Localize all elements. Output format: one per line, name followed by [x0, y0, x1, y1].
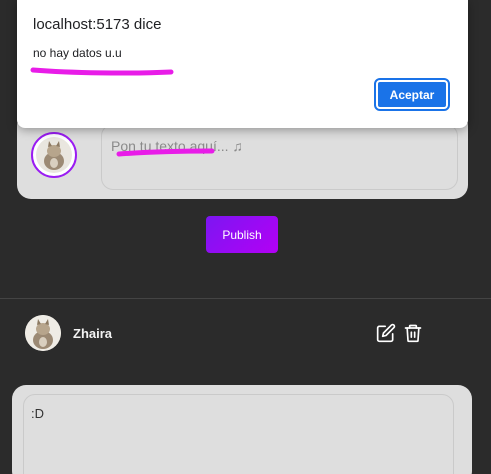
- accept-button[interactable]: Aceptar: [374, 78, 450, 111]
- page: Pon tu texto aquí... ♫ Publish Zhaira :D: [0, 0, 491, 474]
- publish-button[interactable]: Publish: [206, 216, 278, 253]
- cat-avatar-image: [25, 315, 61, 351]
- post-card: :D: [12, 385, 472, 474]
- edit-icon[interactable]: [376, 323, 396, 343]
- section-divider: [0, 298, 491, 299]
- cat-avatar-image: [36, 137, 72, 173]
- post-avatar: [25, 315, 61, 351]
- dialog-title: localhost:5173 dice: [33, 16, 162, 33]
- post-content-box: :D: [23, 394, 454, 474]
- post-text-placeholder: Pon tu texto aquí... ♫: [111, 138, 243, 154]
- alert-dialog: localhost:5173 dice no hay datos u.u Ace…: [17, 0, 468, 128]
- post-content: :D: [31, 406, 44, 421]
- trash-icon[interactable]: [403, 322, 423, 344]
- dialog-message: no hay datos u.u: [33, 46, 122, 60]
- composer-avatar: [31, 132, 77, 178]
- post-username: Zhaira: [73, 326, 113, 341]
- post-text-input[interactable]: Pon tu texto aquí... ♫: [101, 124, 458, 190]
